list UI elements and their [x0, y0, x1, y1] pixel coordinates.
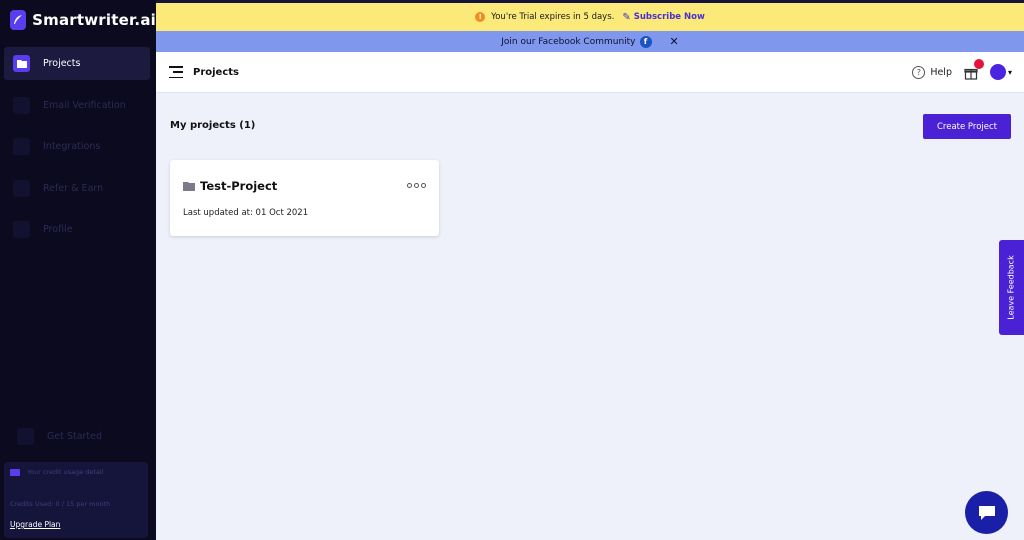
- brand[interactable]: Smartwriter.ai: [0, 0, 156, 40]
- plug-icon: [13, 138, 30, 155]
- project-card[interactable]: Test-Project Last updated at: 01 Oct 202…: [170, 160, 439, 236]
- brand-name: Smartwriter.ai: [32, 11, 156, 29]
- help-link[interactable]: Help: [930, 67, 952, 78]
- sidebar-item-label: Get Started: [47, 431, 103, 442]
- sidebar-item-profile[interactable]: Profile: [4, 213, 150, 246]
- chat-button[interactable]: [965, 491, 1008, 534]
- sidebar-item-integrations[interactable]: Integrations: [4, 130, 150, 163]
- sidebar-item-label: Integrations: [43, 141, 101, 152]
- notification-dot: [973, 59, 984, 69]
- top-header: Projects ? Help ▾: [156, 52, 1024, 93]
- sidebar-item-label: Projects: [43, 58, 81, 69]
- user-icon: [13, 221, 30, 238]
- project-name[interactable]: Test-Project: [200, 179, 277, 193]
- feedback-label: Leave Feedback: [1007, 255, 1016, 320]
- credit-card-icon: [10, 468, 20, 476]
- feather-logo-icon: [10, 10, 27, 30]
- gift-icon: [13, 179, 30, 197]
- sidebar-item-email-verification[interactable]: Email Verification: [4, 89, 150, 122]
- page-title: Projects: [193, 66, 240, 78]
- pen-icon: ✎: [622, 11, 631, 23]
- community-banner: Join our Facebook Community f ✕: [156, 31, 1024, 52]
- credit-heading: Your credit usage detail: [27, 468, 104, 476]
- sidebar: Smartwriter.ai Projects Email Verificati…: [0, 0, 156, 540]
- sidebar-item-get-started[interactable]: Get Started: [8, 420, 154, 453]
- gift-icon[interactable]: [964, 59, 984, 80]
- menu-toggle-icon[interactable]: [169, 66, 183, 78]
- folder-icon: [13, 55, 30, 72]
- trial-banner: ! You're Trial expires in 5 days. ✎ Subs…: [156, 0, 1024, 31]
- sidebar-item-refer-earn[interactable]: Refer & Earn: [4, 172, 150, 205]
- close-icon[interactable]: ✕: [670, 35, 679, 48]
- section-title: My projects (1): [170, 120, 256, 131]
- avatar[interactable]: [989, 64, 1006, 80]
- upgrade-plan-link[interactable]: Upgrade Plan: [10, 520, 60, 529]
- sidebar-item-label: Profile: [43, 224, 73, 235]
- help-icon[interactable]: ?: [912, 65, 926, 79]
- rocket-icon: [17, 428, 34, 445]
- project-updated: Last updated at: 01 Oct 2021: [183, 208, 309, 218]
- folder-icon: [183, 176, 195, 195]
- chat-icon: [978, 505, 995, 520]
- sidebar-item-label: Email Verification: [43, 99, 126, 111]
- subscribe-now-link[interactable]: Subscribe Now: [634, 12, 705, 22]
- credits-used: Credits Used: 0 / 15 per month: [10, 500, 111, 508]
- create-project-button[interactable]: Create Project: [923, 114, 1011, 139]
- trial-message: You're Trial expires in 5 days.: [491, 12, 615, 22]
- leave-feedback-tab[interactable]: Leave Feedback: [999, 240, 1024, 335]
- more-options-icon[interactable]: [407, 183, 426, 188]
- chevron-down-icon[interactable]: ▾: [1008, 68, 1012, 77]
- sidebar-nav: Projects Email Verification Integrations…: [0, 47, 156, 246]
- mail-icon: [13, 96, 30, 114]
- sidebar-item-projects[interactable]: Projects: [4, 47, 150, 80]
- credit-usage-panel: Your credit usage detail Credits Used: 0…: [4, 462, 148, 538]
- facebook-icon[interactable]: f: [639, 35, 652, 48]
- warning-icon: !: [475, 12, 486, 22]
- community-message[interactable]: Join our Facebook Community: [501, 37, 635, 47]
- sidebar-item-label: Refer & Earn: [43, 182, 104, 194]
